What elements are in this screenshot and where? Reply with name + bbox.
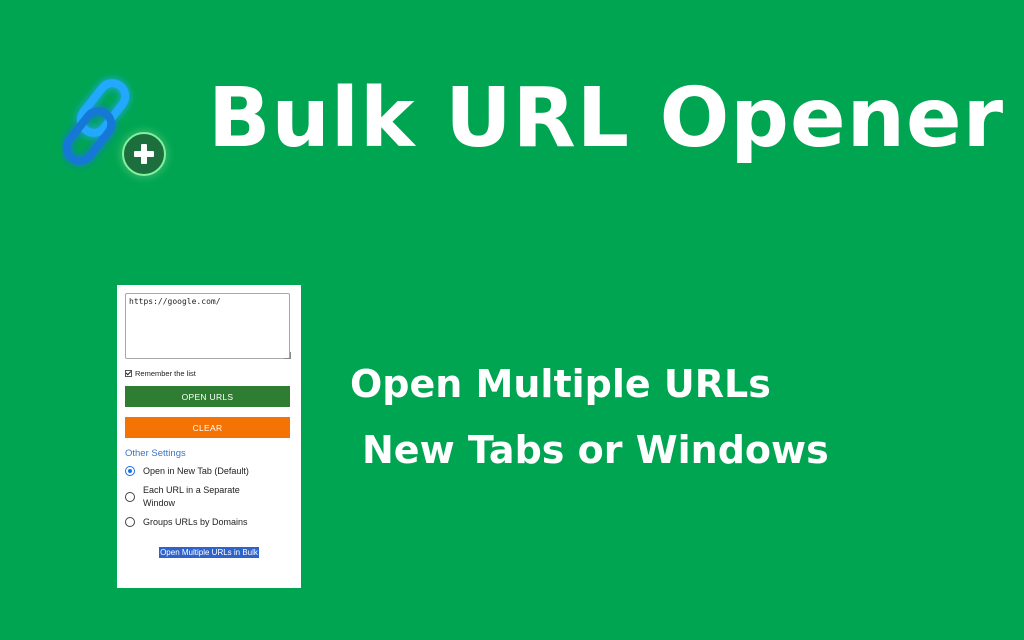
option-group-domains[interactable]: Groups URLs by Domains bbox=[125, 516, 293, 529]
option-label: Groups URLs by Domains bbox=[143, 517, 248, 527]
option-label: Each URL in a Separate Window bbox=[143, 485, 240, 508]
footer-link[interactable]: Open Multiple URLs in Bulk bbox=[159, 547, 259, 558]
tagline-secondary: New Tabs or Windows bbox=[362, 428, 829, 472]
extension-popup: https://google.com/ Remember the list OP… bbox=[117, 285, 301, 588]
option-separate-window[interactable]: Each URL in a Separate Window bbox=[125, 484, 293, 510]
remember-list-checkbox-row[interactable]: Remember the list bbox=[125, 369, 293, 378]
resize-handle-icon[interactable] bbox=[284, 352, 291, 359]
radio-unselected-icon[interactable] bbox=[125, 492, 135, 502]
remember-list-label: Remember the list bbox=[135, 369, 196, 378]
open-urls-button[interactable]: OPEN URLS bbox=[125, 386, 290, 407]
clear-button[interactable]: CLEAR bbox=[125, 417, 290, 438]
page-title: Bulk URL Opener bbox=[208, 71, 1005, 166]
tagline-primary: Open Multiple URLs bbox=[350, 362, 771, 406]
checkbox-checked-icon[interactable] bbox=[125, 370, 132, 377]
radio-unselected-icon[interactable] bbox=[125, 517, 135, 527]
option-label: Open in New Tab (Default) bbox=[143, 466, 249, 476]
other-settings-heading: Other Settings bbox=[125, 448, 186, 459]
option-new-tab[interactable]: Open in New Tab (Default) bbox=[125, 465, 293, 478]
url-list-textarea[interactable]: https://google.com/ bbox=[125, 293, 290, 359]
chain-link-plus-icon bbox=[62, 79, 166, 176]
radio-selected-icon[interactable] bbox=[125, 466, 135, 476]
